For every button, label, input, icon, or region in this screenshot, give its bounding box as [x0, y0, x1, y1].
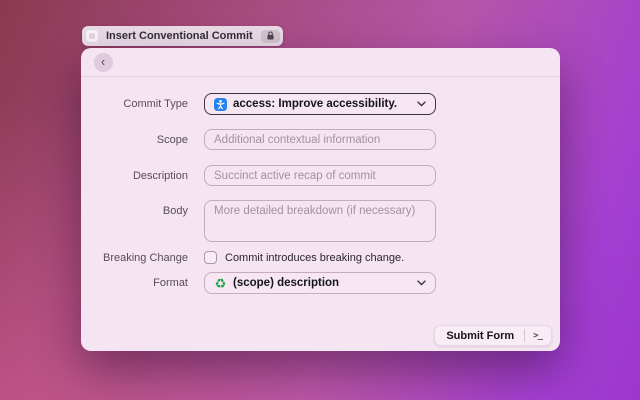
window-header: ‹ [81, 48, 560, 77]
extension-app-icon [86, 30, 98, 42]
chevron-down-icon [417, 101, 426, 107]
submit-form-button[interactable]: Submit Form >_ [434, 325, 552, 346]
scope-label: Scope [81, 134, 188, 146]
back-button[interactable]: ‹ [94, 53, 113, 72]
scope-row: Scope [81, 129, 560, 150]
body-row: Body [81, 200, 560, 247]
scope-input[interactable] [204, 129, 436, 150]
command-title: Insert Conventional Commit [104, 30, 255, 42]
button-divider [524, 329, 525, 342]
description-input[interactable] [204, 165, 436, 186]
padlock-icon [266, 31, 275, 41]
accessibility-icon [214, 98, 227, 111]
lock-badge [261, 30, 280, 43]
breaking-change-label: Breaking Change [81, 252, 188, 264]
recycle-icon: ♻ [214, 277, 227, 290]
enter-shortcut-icon: >_ [533, 331, 551, 341]
commit-type-select[interactable]: access: Improve accessibility. [204, 93, 436, 115]
format-label: Format [81, 277, 188, 289]
submit-form-label: Submit Form [446, 330, 514, 342]
breaking-change-row: Breaking Change Commit introduces breaki… [81, 251, 560, 264]
description-label: Description [81, 170, 188, 182]
format-row: Format ♻ (scope) description [81, 272, 560, 294]
command-pill[interactable]: Insert Conventional Commit [82, 26, 283, 46]
breaking-change-checkbox[interactable] [204, 251, 217, 264]
commit-type-row: Commit Type access: Improve accessibilit… [81, 93, 560, 115]
form-window: ‹ Commit Type access: Improve accessibil… [81, 48, 560, 351]
body-label: Body [81, 200, 188, 217]
commit-type-value: access: Improve accessibility. [233, 98, 411, 110]
format-value: (scope) description [233, 277, 411, 289]
description-row: Description [81, 165, 560, 186]
breaking-change-text: Commit introduces breaking change. [225, 252, 404, 264]
format-select[interactable]: ♻ (scope) description [204, 272, 436, 294]
body-textarea[interactable] [204, 200, 436, 242]
commit-type-label: Commit Type [81, 98, 188, 110]
chevron-down-icon [417, 280, 426, 286]
